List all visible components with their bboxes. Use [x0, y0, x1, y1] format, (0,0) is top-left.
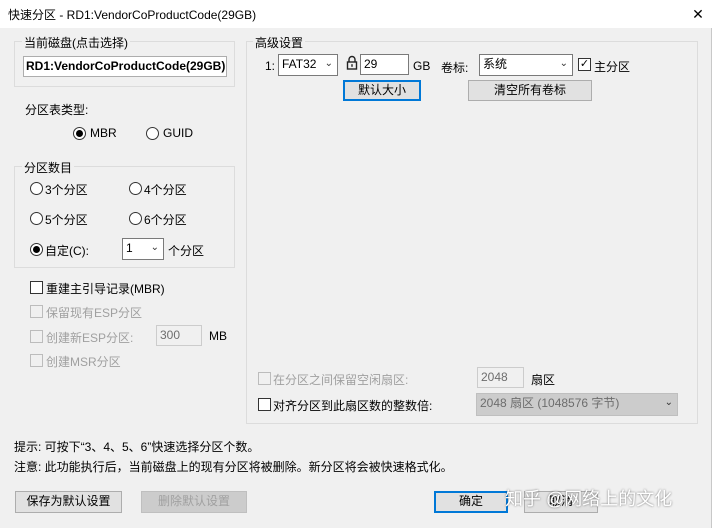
- default-size-button[interactable]: 默认大小: [343, 80, 421, 101]
- count-4-radio[interactable]: [129, 182, 142, 195]
- custom-count-suffix: 个分区: [168, 244, 205, 258]
- lock-icon[interactable]: [346, 55, 358, 71]
- align-sectors-select[interactable]: 2048 扇区 (1048576 字节) ⌄: [476, 393, 678, 416]
- filesystem-value: FAT32: [282, 57, 317, 71]
- custom-count-value: 1: [126, 241, 133, 255]
- watermark: 知乎 @网络上的文化: [505, 489, 673, 509]
- warning-text: 注意: 此功能执行后，当前磁盘上的现有分区将被删除。新分区将会被快速格式化。: [14, 460, 453, 474]
- primary-partition-label[interactable]: 主分区: [594, 58, 630, 75]
- size-unit: GB: [413, 59, 431, 73]
- chevron-down-icon: ⌄: [664, 397, 673, 408]
- clear-all-labels-button[interactable]: 清空所有卷标: [468, 80, 592, 101]
- count-6-radio[interactable]: [129, 212, 142, 225]
- primary-partition-checkbox[interactable]: ✓: [578, 58, 591, 71]
- align-partition-label[interactable]: 对齐分区到此扇区数的整数倍:: [273, 397, 432, 414]
- create-esp-checkbox[interactable]: [30, 330, 43, 343]
- partition-index-label: 1:: [265, 59, 276, 73]
- volume-label-select[interactable]: 系统 ⌄: [479, 54, 573, 76]
- custom-count-select[interactable]: 1 ⌄: [122, 238, 164, 260]
- close-icon[interactable]: ✕: [688, 4, 708, 24]
- volume-label-value: 系统: [483, 57, 508, 71]
- guid-label[interactable]: GUID: [163, 126, 193, 140]
- current-disk-selector[interactable]: RD1:VendorCoProductCode(29GB): [23, 56, 227, 77]
- rebuild-mbr-label[interactable]: 重建主引导记录(MBR): [46, 280, 165, 297]
- count-5-radio[interactable]: [30, 212, 43, 225]
- keep-esp-checkbox[interactable]: [30, 305, 43, 318]
- reserve-gap-label[interactable]: 在分区之间保留空闲扇区:: [273, 371, 408, 388]
- tip-text: 提示: 可按下“3、4、5、6”快速选择分区个数。: [14, 440, 260, 454]
- create-msr-checkbox[interactable]: [30, 354, 43, 367]
- mbr-radio[interactable]: [73, 127, 86, 140]
- advanced-settings-group-label: 高级设置: [253, 34, 306, 51]
- count-custom-radio[interactable]: [30, 243, 43, 256]
- reserve-gap-unit: 扇区: [531, 373, 556, 387]
- window-title: 快速分区 - RD1:VendorCoProductCode(29GB): [8, 8, 257, 22]
- current-disk-group-label: 当前磁盘(点击选择): [22, 34, 130, 51]
- background-window-edge: [712, 0, 720, 528]
- count-6-label[interactable]: 6个分区: [144, 211, 187, 228]
- reserve-gap-checkbox[interactable]: [258, 372, 271, 385]
- count-3-label[interactable]: 3个分区: [45, 181, 88, 198]
- keep-esp-label[interactable]: 保留现有ESP分区: [46, 304, 142, 321]
- rebuild-mbr-checkbox[interactable]: [30, 281, 43, 294]
- filesystem-select[interactable]: FAT32 ⌄: [278, 54, 338, 76]
- chevron-down-icon: ⌄: [324, 58, 333, 69]
- esp-size-unit: MB: [209, 329, 227, 343]
- title-bar[interactable]: 快速分区 - RD1:VendorCoProductCode(29GB) ✕: [0, 0, 712, 28]
- align-sectors-value: 2048 扇区 (1048576 字节): [480, 396, 620, 410]
- count-5-label[interactable]: 5个分区: [45, 211, 88, 228]
- quick-partition-dialog: 快速分区 - RD1:VendorCoProductCode(29GB) ✕ 当…: [0, 0, 712, 528]
- create-esp-label[interactable]: 创建新ESP分区:: [46, 329, 133, 346]
- chevron-down-icon: ⌄: [150, 242, 159, 253]
- size-input[interactable]: 29: [360, 54, 409, 75]
- esp-size-input[interactable]: 300: [156, 325, 202, 346]
- partition-count-group-label: 分区数目: [22, 159, 75, 176]
- count-3-radio[interactable]: [30, 182, 43, 195]
- volume-label-label: 卷标:: [441, 61, 469, 75]
- guid-radio[interactable]: [146, 127, 159, 140]
- count-custom-label[interactable]: 自定(C):: [45, 242, 89, 259]
- align-partition-checkbox[interactable]: [258, 398, 271, 411]
- delete-default-button[interactable]: 删除默认设置: [141, 491, 247, 513]
- ok-button[interactable]: 确定: [434, 491, 508, 513]
- create-msr-label[interactable]: 创建MSR分区: [46, 353, 121, 370]
- mbr-label[interactable]: MBR: [90, 126, 117, 140]
- count-4-label[interactable]: 4个分区: [144, 181, 187, 198]
- chevron-down-icon: ⌄: [559, 58, 568, 69]
- reserve-gap-input[interactable]: 2048: [477, 367, 524, 388]
- partition-table-label: 分区表类型:: [25, 103, 89, 117]
- save-default-button[interactable]: 保存为默认设置: [15, 491, 122, 513]
